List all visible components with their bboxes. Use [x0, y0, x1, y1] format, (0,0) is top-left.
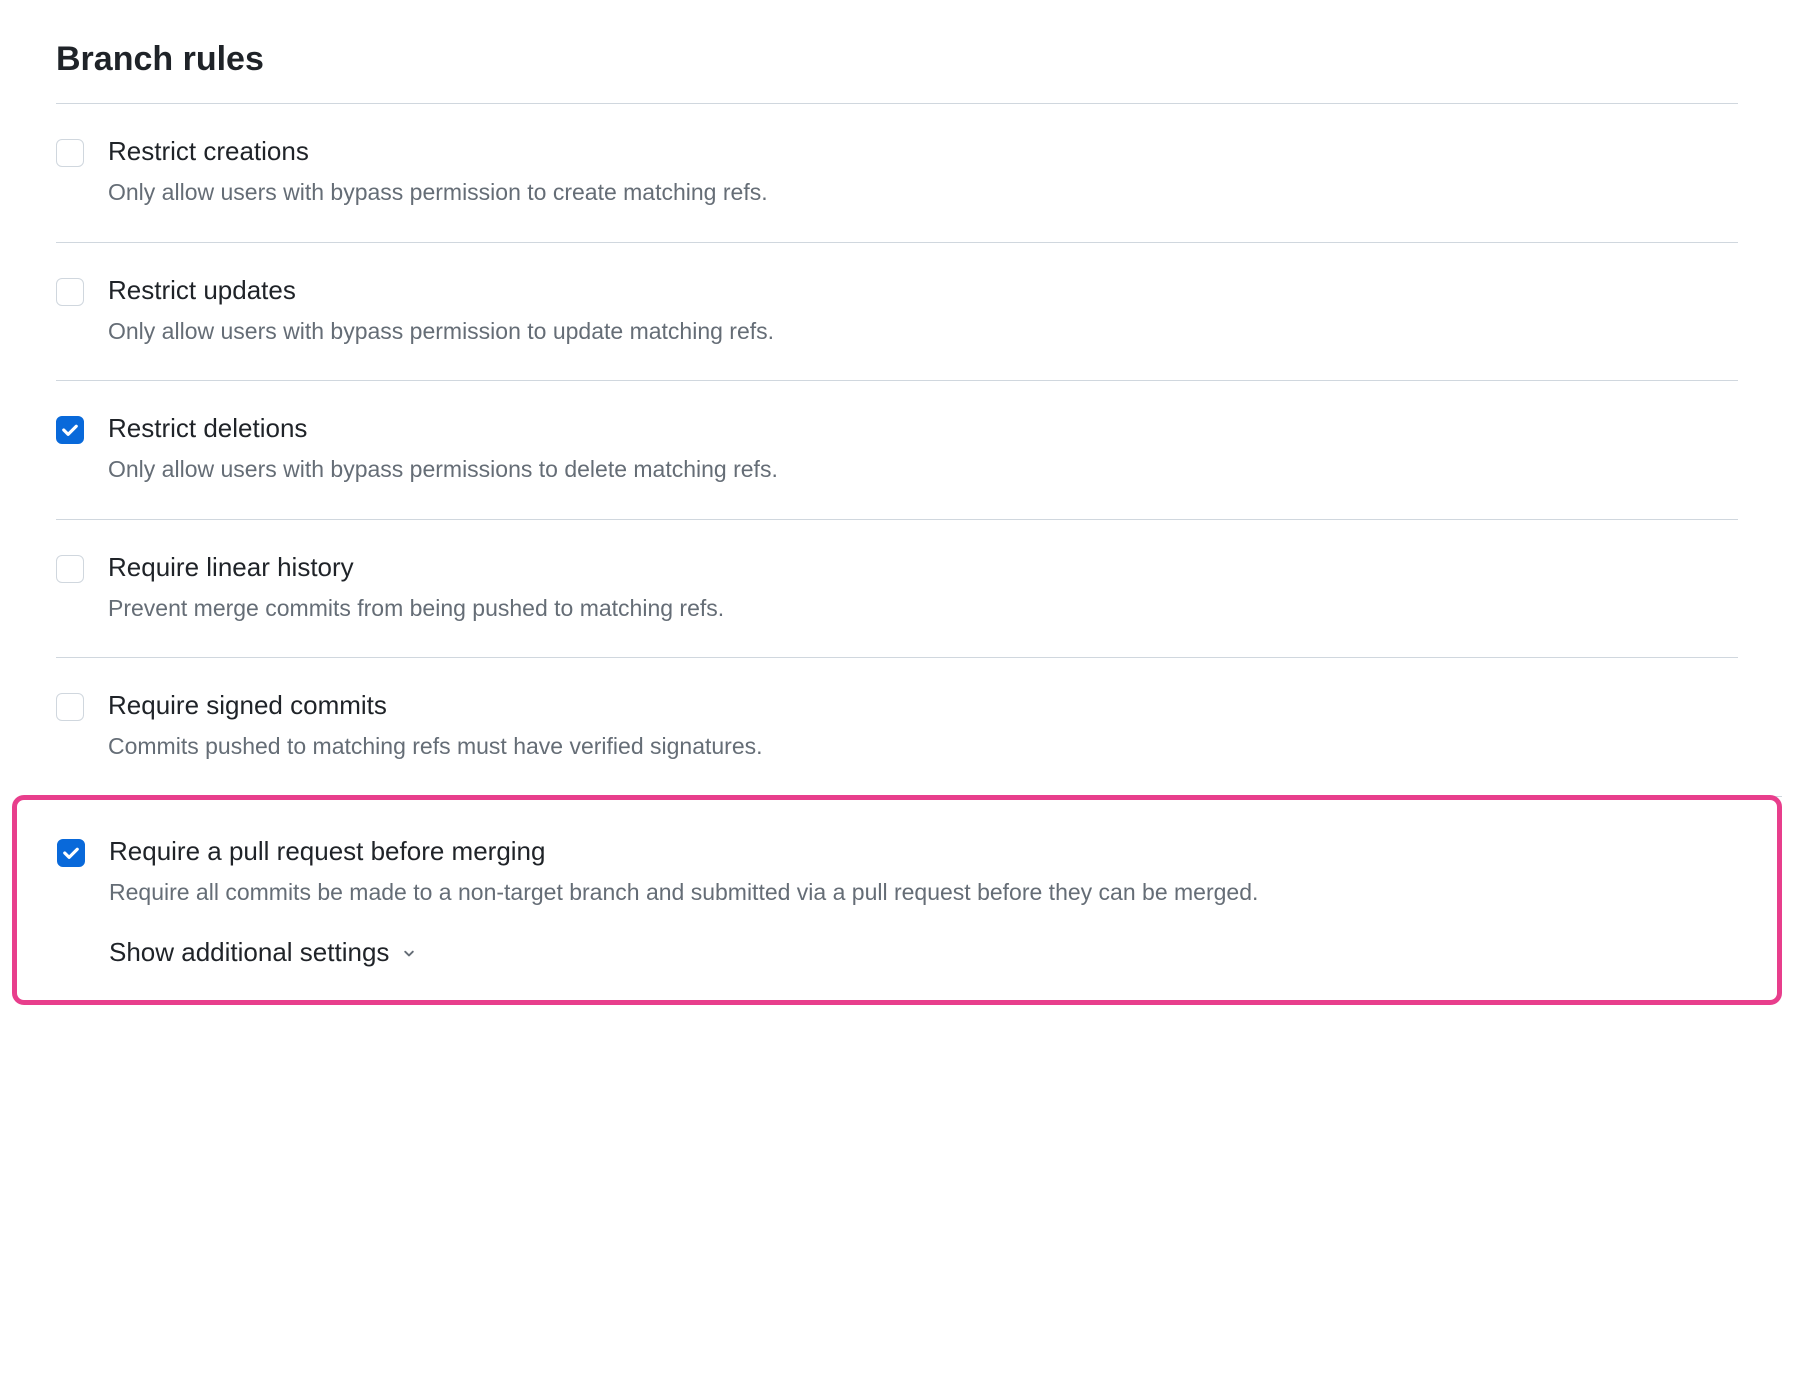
- checkbox-restrict-creations[interactable]: [56, 139, 84, 167]
- rule-description: Prevent merge commits from being pushed …: [108, 591, 1738, 626]
- additional-settings-label: Show additional settings: [109, 937, 389, 968]
- highlighted-rule-box: Require a pull request before merging Re…: [12, 795, 1782, 1006]
- rule-description: Require all commits be made to a non-tar…: [109, 875, 1737, 910]
- checkbox-require-linear-history[interactable]: [56, 555, 84, 583]
- rule-require-signed-commits: Require signed commits Commits pushed to…: [56, 658, 1738, 796]
- section-title: Branch rules: [56, 40, 1738, 79]
- rule-label: Require signed commits: [108, 690, 1738, 721]
- rule-restrict-updates: Restrict updates Only allow users with b…: [56, 243, 1738, 381]
- rule-label: Require linear history: [108, 552, 1738, 583]
- rule-label: Restrict updates: [108, 275, 1738, 306]
- checkbox-restrict-deletions[interactable]: [56, 416, 84, 444]
- rule-description: Only allow users with bypass permission …: [108, 175, 1738, 210]
- rule-label: Require a pull request before merging: [109, 836, 1737, 867]
- rule-description: Only allow users with bypass permission …: [108, 314, 1738, 349]
- check-icon: [60, 420, 80, 440]
- chevron-down-icon: [397, 941, 421, 965]
- checkbox-require-pull-request[interactable]: [57, 839, 85, 867]
- rule-require-pull-request: Require a pull request before merging Re…: [57, 800, 1737, 969]
- rule-label: Restrict creations: [108, 136, 1738, 167]
- rule-label: Restrict deletions: [108, 413, 1738, 444]
- rule-restrict-creations: Restrict creations Only allow users with…: [56, 104, 1738, 242]
- checkbox-require-signed-commits[interactable]: [56, 693, 84, 721]
- check-icon: [61, 843, 81, 863]
- show-additional-settings-button[interactable]: Show additional settings: [109, 937, 1737, 968]
- rule-description: Only allow users with bypass permissions…: [108, 452, 1738, 487]
- rule-restrict-deletions: Restrict deletions Only allow users with…: [56, 381, 1738, 519]
- checkbox-restrict-updates[interactable]: [56, 278, 84, 306]
- rule-require-linear-history: Require linear history Prevent merge com…: [56, 520, 1738, 658]
- rule-description: Commits pushed to matching refs must hav…: [108, 729, 1738, 764]
